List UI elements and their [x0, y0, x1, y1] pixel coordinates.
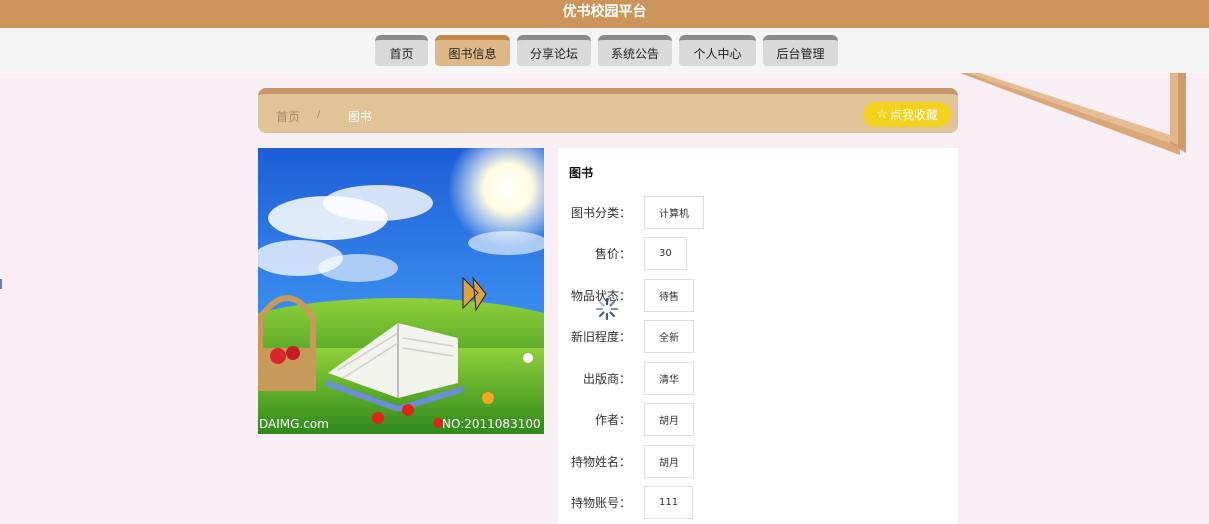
- detail-value: 全新: [644, 320, 694, 353]
- nav-item-forum[interactable]: 分享论坛: [517, 35, 591, 66]
- nav-item-personal-center[interactable]: 个人中心: [679, 35, 756, 66]
- image-watermark-right: NO:2011083100: [442, 417, 541, 431]
- detail-row-condition: 新旧程度： 全新: [558, 320, 958, 353]
- decorative-frame: [960, 73, 1186, 155]
- detail-label: 售价：: [594, 247, 631, 261]
- detail-row-holder-name: 持物姓名： 胡月: [558, 445, 958, 478]
- detail-label: 图书分类：: [570, 206, 631, 220]
- book-cover-image: DAIMG.com NO:2011083100: [258, 148, 544, 434]
- detail-row-author: 作者： 胡月: [558, 403, 958, 436]
- detail-row-price: 售价： 30: [558, 237, 958, 270]
- detail-label: 持物账号：: [570, 496, 631, 510]
- favorite-button[interactable]: ☆ 点我收藏: [863, 102, 951, 127]
- detail-value: 清华: [644, 362, 694, 395]
- detail-label: 持物姓名：: [570, 455, 631, 469]
- detail-value: 30: [644, 237, 687, 270]
- detail-value: 胡月: [644, 445, 694, 478]
- image-watermark-left: DAIMG.com: [259, 417, 329, 431]
- breadcrumb-separator: /: [317, 109, 321, 120]
- app-title: 优书校园平台: [0, 0, 1209, 28]
- nav-item-admin[interactable]: 后台管理: [763, 35, 838, 66]
- detail-value: 111: [644, 486, 694, 519]
- detail-label: 出版商：: [582, 372, 631, 386]
- main-nav: 首页 图书信息 分享论坛 系统公告 个人中心 后台管理: [0, 28, 1209, 73]
- breadcrumb-current: 图书: [348, 110, 373, 124]
- detail-row-category: 图书分类： 计算机: [558, 196, 958, 229]
- favorite-button-label: 点我收藏: [889, 108, 938, 122]
- detail-label: 新旧程度：: [570, 330, 631, 344]
- nav-item-announcements[interactable]: 系统公告: [598, 35, 672, 66]
- detail-row-holder-account: 持物账号： 111: [558, 486, 958, 519]
- detail-value: 计算机: [644, 196, 704, 229]
- nav-item-home[interactable]: 首页: [375, 35, 428, 66]
- book-detail-panel: 图书 图书分类： 计算机 售价： 30 物品状态： 待售 新旧程度： 全新 出版…: [558, 148, 958, 524]
- left-edge-marker: [0, 279, 2, 289]
- detail-title: 图书: [569, 166, 594, 180]
- detail-value: 胡月: [644, 403, 694, 436]
- detail-row-publisher: 出版商： 清华: [558, 362, 958, 395]
- detail-value: 待售: [644, 279, 694, 312]
- breadcrumb: 首页 / 图书 ☆ 点我收藏: [258, 88, 958, 133]
- star-outline-icon: ☆: [876, 107, 888, 122]
- nav-item-book-info[interactable]: 图书信息: [435, 35, 510, 66]
- detail-label: 作者：: [594, 413, 631, 427]
- breadcrumb-home-link[interactable]: 首页: [276, 108, 300, 125]
- loading-spinner-icon: [595, 297, 619, 321]
